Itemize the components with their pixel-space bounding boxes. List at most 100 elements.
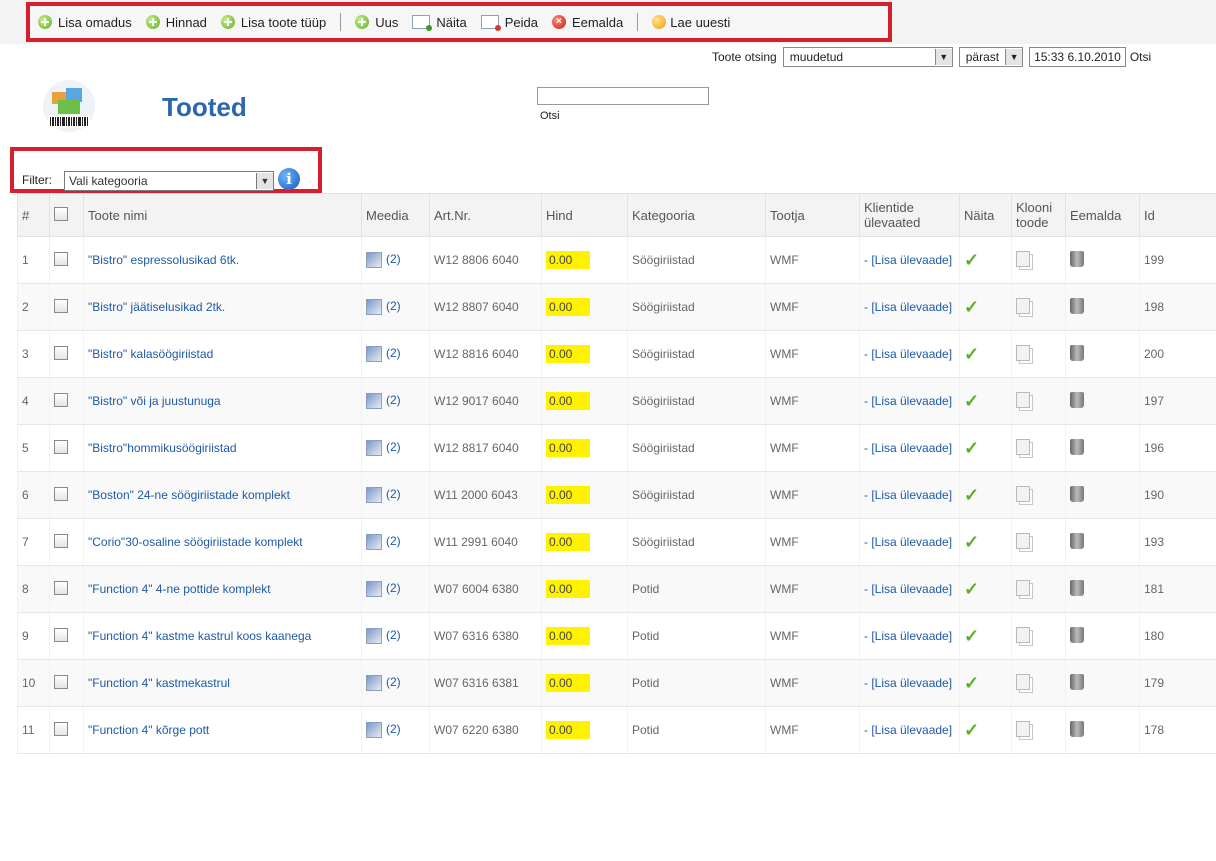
trash-icon[interactable] [1070, 532, 1084, 549]
media-count-link[interactable]: (2) [386, 722, 401, 736]
select-all-checkbox[interactable] [54, 206, 68, 221]
add-review-link[interactable]: - [Lisa ülevaade] [864, 582, 952, 596]
media-icon[interactable] [366, 487, 382, 503]
price-value[interactable]: 0.00 [546, 721, 590, 739]
media-icon[interactable] [366, 346, 382, 362]
new-button[interactable]: Uus [355, 15, 398, 30]
product-name-link[interactable]: "Function 4" kastme kastrul koos kaanega [88, 629, 311, 643]
row-checkbox[interactable] [54, 439, 68, 454]
check-icon[interactable]: ✓ [964, 485, 979, 505]
price-value[interactable]: 0.00 [546, 627, 590, 645]
media-count-link[interactable]: (2) [386, 299, 401, 313]
row-checkbox[interactable] [54, 251, 68, 266]
check-icon[interactable]: ✓ [964, 720, 979, 740]
clone-icon[interactable] [1016, 532, 1030, 549]
clone-icon[interactable] [1016, 344, 1030, 361]
quick-search-input[interactable] [537, 87, 709, 105]
media-count-link[interactable]: (2) [386, 675, 401, 689]
media-icon[interactable] [366, 722, 382, 738]
check-icon[interactable]: ✓ [964, 673, 979, 693]
row-checkbox[interactable] [54, 345, 68, 360]
info-icon[interactable]: i [278, 168, 300, 190]
media-icon[interactable] [366, 675, 382, 691]
trash-icon[interactable] [1070, 344, 1084, 361]
product-name-link[interactable]: "Bistro" kalasöögiriistad [88, 347, 213, 361]
price-value[interactable]: 0.00 [546, 392, 590, 410]
reload-button[interactable]: Lae uuesti [652, 15, 730, 30]
trash-icon[interactable] [1070, 250, 1084, 267]
clone-icon[interactable] [1016, 391, 1030, 408]
clone-icon[interactable] [1016, 297, 1030, 314]
price-value[interactable]: 0.00 [546, 533, 590, 551]
price-value[interactable]: 0.00 [546, 439, 590, 457]
media-count-link[interactable]: (2) [386, 440, 401, 454]
media-count-link[interactable]: (2) [386, 628, 401, 642]
media-icon[interactable] [366, 534, 382, 550]
price-value[interactable]: 0.00 [546, 251, 590, 269]
media-count-link[interactable]: (2) [386, 534, 401, 548]
price-value[interactable]: 0.00 [546, 486, 590, 504]
search-field-select[interactable]: muudetud ▼ [782, 47, 953, 67]
media-icon[interactable] [366, 440, 382, 456]
clone-icon[interactable] [1016, 626, 1030, 643]
trash-icon[interactable] [1070, 579, 1084, 596]
media-icon[interactable] [366, 299, 382, 315]
trash-icon[interactable] [1070, 391, 1084, 408]
check-icon[interactable]: ✓ [964, 297, 979, 317]
check-icon[interactable]: ✓ [964, 532, 979, 552]
clone-icon[interactable] [1016, 438, 1030, 455]
add-review-link[interactable]: - [Lisa ülevaade] [864, 253, 952, 267]
row-checkbox[interactable] [54, 298, 68, 313]
row-checkbox[interactable] [54, 392, 68, 407]
row-checkbox[interactable] [54, 674, 68, 689]
trash-icon[interactable] [1070, 626, 1084, 643]
quick-search-button[interactable]: Otsi [540, 110, 560, 122]
price-value[interactable]: 0.00 [546, 674, 590, 692]
product-name-link[interactable]: "Bistro" või ja juustunuga [88, 394, 221, 408]
add-product-type-button[interactable]: Lisa toote tüüp [220, 15, 326, 30]
media-icon[interactable] [366, 393, 382, 409]
row-checkbox[interactable] [54, 533, 68, 548]
add-review-link[interactable]: - [Lisa ülevaade] [864, 394, 952, 408]
check-icon[interactable]: ✓ [964, 250, 979, 270]
check-icon[interactable]: ✓ [964, 626, 979, 646]
add-property-button[interactable]: Lisa omadus [38, 15, 132, 30]
price-value[interactable]: 0.00 [546, 298, 590, 316]
product-name-link[interactable]: "Corio"30-osaline söögiriistade komplekt [88, 535, 303, 549]
media-count-link[interactable]: (2) [386, 346, 401, 360]
row-checkbox[interactable] [54, 721, 68, 736]
product-name-link[interactable]: "Function 4" kõrge pott [88, 723, 209, 737]
add-review-link[interactable]: - [Lisa ülevaade] [864, 535, 952, 549]
clone-icon[interactable] [1016, 579, 1030, 596]
trash-icon[interactable] [1070, 673, 1084, 690]
clone-icon[interactable] [1016, 720, 1030, 737]
row-checkbox[interactable] [54, 486, 68, 501]
media-icon[interactable] [366, 628, 382, 644]
prices-button[interactable]: Hinnad [145, 15, 207, 30]
search-relation-select[interactable]: pärast ▼ [958, 47, 1024, 67]
category-filter-select[interactable]: Vali kategooria ▼ [64, 171, 274, 191]
media-icon[interactable] [366, 252, 382, 268]
remove-button[interactable]: × Eemalda [551, 15, 623, 30]
product-name-link[interactable]: "Function 4" kastmekastrul [88, 676, 230, 690]
media-count-link[interactable]: (2) [386, 581, 401, 595]
clone-icon[interactable] [1016, 673, 1030, 690]
media-count-link[interactable]: (2) [386, 487, 401, 501]
show-button[interactable]: Näita [412, 15, 467, 31]
trash-icon[interactable] [1070, 485, 1084, 502]
product-name-link[interactable]: "Function 4" 4-ne pottide komplekt [88, 582, 271, 596]
check-icon[interactable]: ✓ [964, 438, 979, 458]
product-name-link[interactable]: "Bistro" jäätiselusikad 2tk. [88, 300, 225, 314]
search-datetime-input[interactable]: 15:33 6.10.2010 [1029, 47, 1126, 67]
check-icon[interactable]: ✓ [964, 391, 979, 411]
trash-icon[interactable] [1070, 720, 1084, 737]
product-name-link[interactable]: "Bistro"hommikusöögiriistad [88, 441, 237, 455]
check-icon[interactable]: ✓ [964, 344, 979, 364]
product-name-link[interactable]: "Bistro" espressolusikad 6tk. [88, 253, 239, 267]
add-review-link[interactable]: - [Lisa ülevaade] [864, 629, 952, 643]
add-review-link[interactable]: - [Lisa ülevaade] [864, 300, 952, 314]
media-count-link[interactable]: (2) [386, 393, 401, 407]
clone-icon[interactable] [1016, 250, 1030, 267]
product-name-link[interactable]: "Boston" 24-ne söögiriistade komplekt [88, 488, 290, 502]
column-header-name[interactable]: Toote nimi [83, 193, 362, 237]
